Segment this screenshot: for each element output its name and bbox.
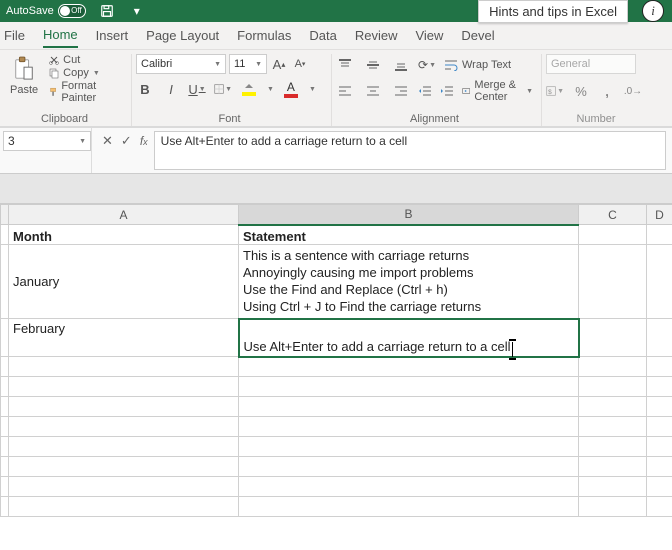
ribbon-tabs: File Home Insert Page Layout Formulas Da… (0, 22, 672, 50)
cell-B3-editing[interactable]: Use Alt+Enter to add a carriage return t… (239, 319, 579, 357)
col-header-A[interactable]: A (9, 205, 239, 225)
name-box[interactable]: 3▼ (3, 131, 91, 151)
cell-A1[interactable]: Month (9, 225, 239, 245)
tab-page-layout[interactable]: Page Layout (146, 24, 219, 47)
tab-file[interactable]: File (4, 24, 25, 47)
borders-button[interactable]: ▼ (214, 80, 232, 98)
italic-button[interactable]: I (162, 80, 180, 98)
align-bottom-icon[interactable] (392, 56, 410, 74)
ribbon: Paste Cut Copy▼ Format Painter Clipboard… (0, 50, 672, 128)
align-left-icon[interactable] (336, 82, 354, 100)
cell-B2[interactable]: This is a sentence with carriage returns… (239, 245, 579, 319)
paste-button[interactable]: Paste (6, 54, 42, 98)
group-label-font: Font (136, 111, 323, 126)
qat-dropdown-icon[interactable]: ▾ (128, 2, 146, 20)
tab-review[interactable]: Review (355, 24, 398, 47)
percent-format-icon[interactable]: % (572, 82, 590, 100)
group-label-clipboard: Clipboard (6, 111, 123, 126)
merge-center-button[interactable]: Merge & Center▼ (462, 79, 533, 103)
screentip: Hints and tips in Excel (478, 0, 628, 23)
underline-button[interactable]: U▼ (188, 80, 206, 98)
formula-bar[interactable]: Use Alt+Enter to add a carriage return t… (154, 131, 666, 170)
select-all-corner[interactable] (1, 205, 9, 225)
align-right-icon[interactable] (392, 82, 410, 100)
group-label-number: Number (546, 111, 646, 126)
tab-formulas[interactable]: Formulas (237, 24, 291, 47)
title-bar: AutoSave Off ▾ Hints and tips in Excel i (0, 0, 672, 22)
increase-decimal-icon[interactable]: .0→ (624, 82, 642, 100)
svg-text:$: $ (548, 89, 552, 96)
copy-button[interactable]: Copy▼ (48, 67, 123, 79)
wrap-text-button[interactable]: Wrap Text (444, 59, 511, 71)
group-label-alignment: Alignment (336, 111, 533, 126)
save-icon[interactable] (98, 2, 116, 20)
align-center-icon[interactable] (364, 82, 382, 100)
cell-C1[interactable] (579, 225, 647, 245)
align-top-icon[interactable] (336, 56, 354, 74)
cell-B1[interactable]: Statement (239, 225, 579, 245)
cut-button[interactable]: Cut (48, 54, 123, 66)
cell-A2[interactable]: January (9, 245, 239, 319)
paste-label: Paste (10, 84, 38, 96)
increase-indent-icon[interactable] (440, 82, 454, 100)
formula-enter-icon[interactable]: ✓ (121, 133, 132, 149)
tab-home[interactable]: Home (43, 23, 78, 48)
col-header-B[interactable]: B (239, 205, 579, 225)
col-header-C[interactable]: C (579, 205, 647, 225)
accounting-format-icon[interactable]: $▼ (546, 82, 564, 100)
cell-A3[interactable]: February (9, 319, 239, 357)
align-middle-icon[interactable] (364, 56, 382, 74)
comma-format-icon[interactable]: , (598, 82, 616, 100)
autosave-toggle[interactable]: AutoSave Off (6, 4, 86, 18)
font-name-combo[interactable]: Calibri▼ (136, 54, 226, 74)
increase-font-icon[interactable]: A▴ (270, 55, 288, 73)
tab-developer[interactable]: Devel (461, 24, 494, 47)
toggle-switch[interactable]: Off (58, 4, 86, 18)
tab-data[interactable]: Data (309, 24, 336, 47)
font-size-combo[interactable]: 11▼ (229, 54, 267, 74)
font-color-button[interactable]: A (282, 80, 300, 98)
autosave-label: AutoSave (6, 5, 54, 17)
bold-button[interactable]: B (136, 80, 154, 98)
tab-view[interactable]: View (415, 24, 443, 47)
spreadsheet-grid[interactable]: A B C D Month Statement January This is … (0, 204, 672, 517)
fx-icon[interactable]: fx (140, 134, 148, 148)
col-header-D[interactable]: D (647, 205, 672, 225)
formula-bar-row: 3▼ ✕ ✓ fx Use Alt+Enter to add a carriag… (0, 128, 672, 174)
info-icon[interactable]: i (642, 0, 664, 22)
number-format-combo[interactable]: General (546, 54, 636, 74)
formula-cancel-icon[interactable]: ✕ (102, 133, 113, 149)
decrease-font-icon[interactable]: A▾ (291, 55, 309, 73)
orientation-icon[interactable]: ⟳▼ (418, 56, 436, 74)
format-painter-button[interactable]: Format Painter (48, 80, 123, 104)
tab-insert[interactable]: Insert (96, 24, 129, 47)
text-cursor-icon (512, 342, 513, 357)
spacer (0, 174, 672, 204)
fill-color-button[interactable] (240, 80, 258, 98)
decrease-indent-icon[interactable] (418, 82, 432, 100)
